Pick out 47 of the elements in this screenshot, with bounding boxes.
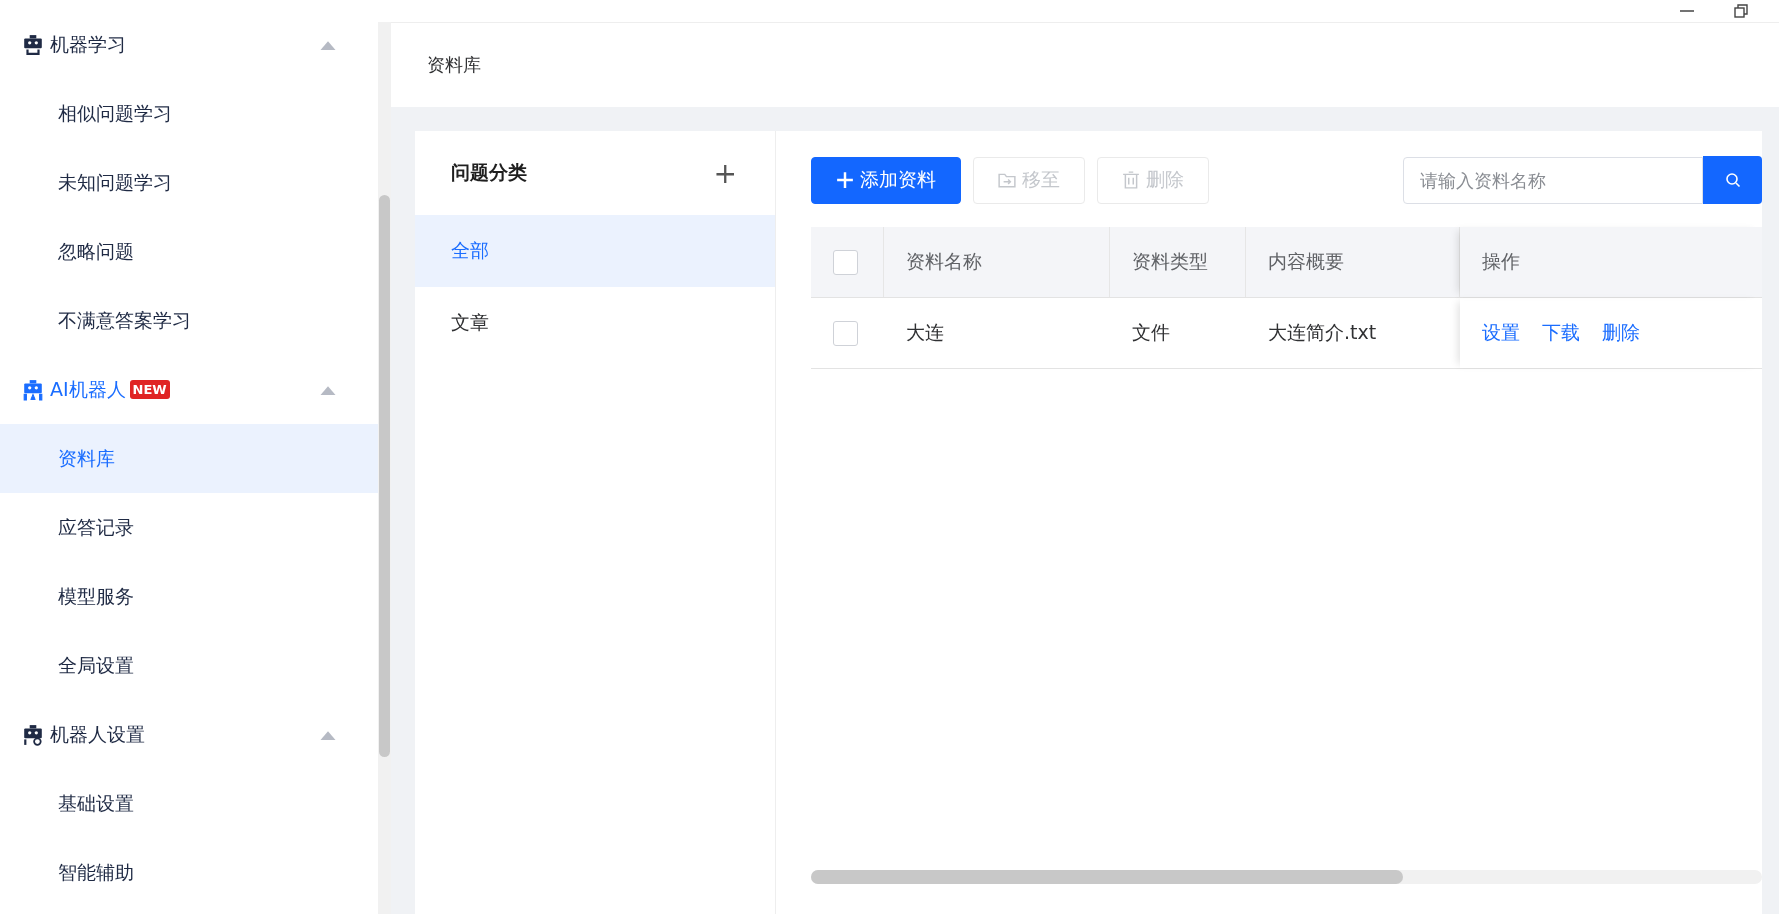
scrollbar-thumb[interactable] [379, 195, 390, 757]
search-icon [1724, 172, 1741, 188]
group-label: AI机器人 [50, 376, 126, 402]
action-link[interactable]: 删除 [1602, 320, 1640, 346]
trash-icon [1122, 171, 1140, 189]
robot-icon [22, 378, 44, 401]
table-cell-text: 大连 [905, 320, 945, 345]
table-cell-text: 文件 [1131, 320, 1171, 345]
action-link[interactable]: 下载 [1542, 320, 1580, 346]
sidebar-item[interactable]: 模型服务 [0, 562, 378, 631]
search-button[interactable] [1703, 156, 1762, 204]
select-all-checkbox[interactable] [833, 249, 858, 275]
page-title: 资料库 [427, 53, 481, 77]
column-header: 资料名称 [884, 227, 1110, 297]
category-item[interactable]: 文章 [415, 287, 775, 359]
plus-icon [836, 171, 854, 189]
table-cell-text: 大连简介.txt [1267, 320, 1378, 345]
sidebar-item[interactable]: 未知问题学习 [0, 148, 378, 217]
column-header: 资料类型 [1110, 227, 1246, 297]
sidebar-item[interactable]: 全局设置 [0, 631, 378, 700]
sidebar-item[interactable]: 相似问题学习 [0, 79, 378, 148]
sidebar-item[interactable]: 智能辅助 [0, 838, 378, 907]
restore-icon[interactable] [1733, 3, 1749, 19]
column-header: 操作 [1460, 227, 1762, 297]
action-link[interactable]: 设置 [1482, 320, 1520, 346]
sidebar-item[interactable]: 基础设置 [0, 769, 378, 838]
sidebar-item[interactable]: 资料库 [0, 424, 378, 493]
sidebar-group[interactable]: 机器学习 [0, 10, 378, 79]
sidebar-group[interactable]: 机器人设置 [0, 700, 378, 769]
scrollbar-thumb[interactable] [811, 870, 1403, 884]
category-item[interactable]: 全部 [415, 215, 775, 287]
sidebar-item[interactable]: 应答记录 [0, 493, 378, 562]
row-checkbox[interactable] [833, 320, 858, 346]
robot-icon [22, 33, 44, 56]
sidebar-item[interactable]: 忽略问题 [0, 217, 378, 286]
add-category-button[interactable]: + [711, 156, 739, 190]
search-field[interactable]: 请输入资料名称 [1403, 156, 1703, 204]
robot-icon [22, 723, 44, 746]
sidebar-item[interactable]: 不满意答案学习 [0, 286, 378, 355]
column-header: 内容概要 [1246, 227, 1460, 297]
group-label: 机器学习 [50, 31, 126, 57]
folder-arrow-icon [998, 171, 1016, 189]
category-title: 问题分类 [451, 160, 527, 185]
group-label: 机器人设置 [50, 721, 145, 747]
new-badge: NEW [129, 380, 170, 399]
sidebar-group[interactable]: AI机器人 NEW [0, 355, 378, 424]
add-button[interactable]: 添加资料 [811, 156, 961, 204]
